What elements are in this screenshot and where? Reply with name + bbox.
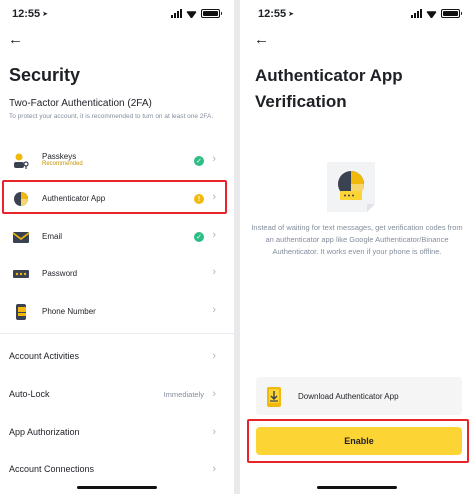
security-screen: 12:55 ➤ ← Security Two-Factor Authenticat… xyxy=(0,0,234,494)
location-arrow-icon: ➤ xyxy=(42,11,49,18)
row-label: Auto-Lock xyxy=(9,389,50,399)
status-time: 12:55 xyxy=(258,8,287,20)
chevron-right-icon: › xyxy=(212,266,216,278)
status-time: 12:55 xyxy=(12,8,41,20)
row-label: Account Connections xyxy=(9,464,95,474)
page-title: Authenticator App Verification xyxy=(255,66,403,111)
email-icon xyxy=(12,232,30,243)
highlight-box xyxy=(2,180,227,214)
row-auto-lock[interactable]: Auto-Lock Immediately › xyxy=(0,380,234,410)
row-passkeys[interactable]: Passkeys Recommended ✓ › xyxy=(0,143,234,179)
row-label: Passkeys xyxy=(42,152,77,161)
download-authenticator-app-button[interactable]: Download Authenticator App xyxy=(256,377,462,415)
row-password[interactable]: Password › xyxy=(0,256,234,292)
recommended-badge: Recommended xyxy=(42,161,83,167)
tfa-subtitle: To protect your account, it is recommend… xyxy=(9,113,214,120)
checkmark-icon: ✓ xyxy=(194,156,204,166)
back-arrow-icon[interactable]: ← xyxy=(8,32,24,48)
chevron-right-icon: › xyxy=(212,304,216,316)
home-indicator xyxy=(317,486,397,489)
status-bar: 12:55 ➤ xyxy=(240,8,474,22)
wifi-icon xyxy=(426,9,437,18)
chevron-right-icon: › xyxy=(212,388,216,400)
password-icon xyxy=(13,270,29,278)
row-label: Account Activities xyxy=(9,351,80,361)
description-text: Instead of waiting for text messages, ge… xyxy=(251,223,463,256)
status-bar: 12:55 ➤ xyxy=(0,8,234,22)
download-label: Download Authenticator App xyxy=(298,392,399,401)
cellular-signal-icon xyxy=(411,9,422,18)
row-label: App Authorization xyxy=(9,427,80,437)
battery-icon xyxy=(441,9,462,18)
cellular-signal-icon xyxy=(171,9,182,18)
chevron-right-icon: › xyxy=(212,426,216,438)
row-phone-number[interactable]: Phone Number › xyxy=(0,294,234,330)
row-email[interactable]: Email ✓ › xyxy=(0,219,234,255)
chevron-right-icon: › xyxy=(212,229,216,241)
home-indicator xyxy=(77,486,157,489)
back-arrow-icon[interactable]: ← xyxy=(254,32,270,48)
section-divider xyxy=(0,333,234,334)
row-account-activities[interactable]: Account Activities › xyxy=(0,342,234,372)
battery-icon xyxy=(201,9,222,18)
chevron-right-icon: › xyxy=(212,463,216,475)
tfa-heading: Two-Factor Authentication (2FA) xyxy=(9,98,152,109)
location-arrow-icon: ➤ xyxy=(288,11,295,18)
phone-icon xyxy=(16,304,26,320)
row-account-connections[interactable]: Account Connections › xyxy=(0,455,234,485)
row-label: Phone Number xyxy=(42,307,96,316)
wifi-icon xyxy=(186,9,197,18)
authenticator-verification-screen: 12:55 ➤ ← Authenticator App Verification … xyxy=(240,0,474,494)
checkmark-icon: ✓ xyxy=(194,232,204,242)
auto-lock-value: Immediately xyxy=(163,390,204,399)
authenticator-illustration-icon xyxy=(327,162,375,212)
row-label: Email xyxy=(42,232,63,241)
row-label: Password xyxy=(42,269,78,278)
passkey-icon xyxy=(14,153,29,169)
chevron-right-icon: › xyxy=(212,153,216,165)
page-title: Security xyxy=(9,65,81,85)
chevron-right-icon: › xyxy=(212,350,216,362)
download-phone-icon xyxy=(267,387,281,407)
highlight-box xyxy=(247,419,469,463)
row-app-authorization[interactable]: App Authorization › xyxy=(0,418,234,448)
